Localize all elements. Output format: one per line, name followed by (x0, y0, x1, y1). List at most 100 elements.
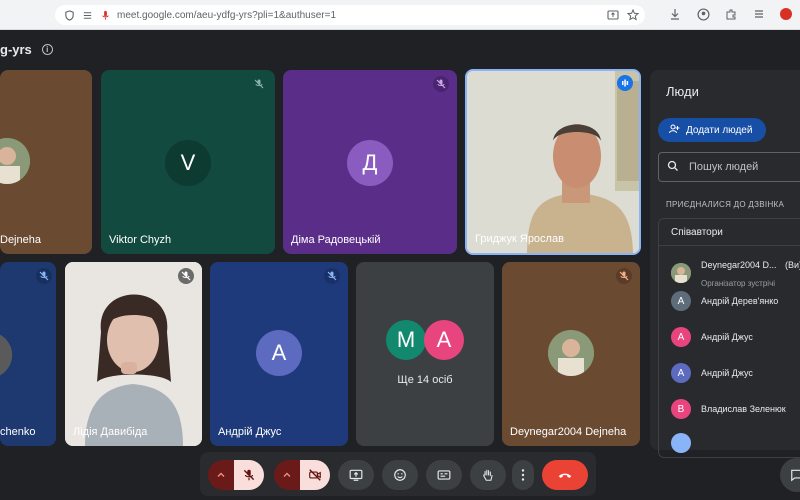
participant-avatar: Д (347, 140, 393, 186)
chat-button[interactable] (780, 458, 800, 492)
participant-avatar: А (256, 330, 302, 376)
avatar-letter: V (180, 150, 196, 175)
participant-name: Dejneha (0, 234, 41, 246)
mic-off-icon (324, 268, 340, 284)
participant-tile[interactable]: Dejneha (0, 70, 92, 254)
participant-list-item[interactable]: В Владислав Зеленюк (671, 399, 786, 419)
avatar-letter: М (396, 327, 416, 352)
site-settings-icon[interactable] (81, 9, 93, 21)
account-icon[interactable] (696, 7, 710, 21)
present-screen-button[interactable] (338, 460, 374, 490)
add-people-label: Додати людей (686, 124, 753, 136)
participant-video-tile[interactable]: Лідія Давибіда (65, 262, 202, 446)
participant-tile[interactable]: chenko (0, 262, 56, 446)
mic-off-icon (616, 268, 632, 284)
extensions-icon[interactable] (724, 7, 738, 21)
meeting-controls-bar (200, 452, 596, 496)
participant-name: Deynegar2004 Dejneha (510, 426, 627, 438)
people-panel: Люди Додати людей Пошук людей ПРИЄДНАЛИС… (650, 70, 800, 458)
participant-tile[interactable]: Д Діма Радовецькій (283, 70, 457, 254)
participant-name: Діма Радовецькій (291, 234, 381, 246)
more-options-button[interactable] (512, 460, 534, 490)
meeting-code: g-yrs (0, 42, 32, 57)
participant-list-item[interactable]: А Андрій Джус (671, 327, 753, 347)
profile-avatar[interactable] (780, 8, 792, 20)
participant-avatar: М (386, 320, 426, 360)
participant-name: Андрій Дерев'янко (701, 296, 779, 306)
contributors-list: Співавтори Deynegar2004 D... (Ви) Органі… (658, 218, 800, 458)
shield-icon[interactable] (63, 9, 75, 21)
search-icon (667, 160, 679, 175)
captions-icon (437, 470, 451, 480)
participant-avatar: А (671, 363, 691, 383)
avatar-letter: А (677, 295, 685, 307)
contributors-heading[interactable]: Співавтори (671, 227, 723, 238)
divider (659, 245, 800, 246)
participant-list-item[interactable]: А Андрій Дерев'янко (671, 291, 778, 311)
raise-hand-button[interactable] (470, 460, 506, 490)
audio-options-button[interactable] (208, 460, 234, 490)
camera-off-icon (309, 469, 321, 481)
avatar-letter: В (677, 403, 685, 415)
participant-name: chenko (0, 426, 36, 438)
participant-name: Deynegar2004 D... (701, 260, 777, 270)
participant-photo (548, 330, 594, 376)
search-placeholder: Пошук людей (689, 161, 759, 173)
url-text[interactable]: meet.google.com/aeu-ydfg-yrs?pli=1&authu… (117, 10, 336, 21)
screen-share-icon[interactable] (607, 9, 619, 21)
you-label: (Ви) (785, 260, 800, 270)
avatar-letter: А (436, 327, 452, 352)
download-icon[interactable] (668, 7, 682, 21)
participant-avatar: V (165, 140, 211, 186)
participant-name: Владислав Зеленюк (701, 404, 786, 414)
participant-name: Андрій Джус (701, 368, 753, 378)
mic-off-icon (178, 268, 194, 284)
participant-photo (671, 433, 691, 453)
camera-toggle-button[interactable] (300, 460, 330, 490)
emoji-icon (394, 469, 406, 481)
star-icon[interactable] (627, 9, 639, 21)
avatar-letter: А (677, 367, 685, 379)
panel-title: Люди (666, 84, 699, 99)
section-heading: ПРИЄДНАЛИСЯ ДО ДЗВІНКА (666, 200, 785, 209)
participant-list-item[interactable] (671, 433, 691, 453)
chevron-up-icon (217, 472, 225, 477)
hand-icon (483, 469, 493, 481)
more-participants-label: Ще 14 осіб (397, 374, 453, 386)
add-people-button[interactable]: Додати людей (658, 118, 766, 142)
end-call-icon (558, 473, 572, 478)
participant-photo (671, 263, 691, 283)
participant-name: Андрій Джус (218, 426, 282, 438)
participant-tile[interactable]: Deynegar2004 Dejneha (502, 262, 640, 446)
participant-list-item[interactable]: Deynegar2004 D... (Ви) Організатор зустр… (671, 255, 800, 291)
participant-tile[interactable]: V Viktor Chyzh (101, 70, 275, 254)
chevron-up-icon (283, 472, 291, 477)
chat-icon (791, 469, 800, 482)
info-icon[interactable]: i (41, 44, 53, 55)
microphone-toggle-button[interactable] (234, 460, 264, 490)
reactions-button[interactable] (382, 460, 418, 490)
captions-button[interactable] (426, 460, 462, 490)
participant-tile[interactable]: А Андрій Джус (210, 262, 348, 446)
host-label: Організатор зустрічі (701, 279, 776, 288)
participant-list-item[interactable]: А Андрій Джус (671, 363, 753, 383)
more-vert-icon (521, 469, 525, 481)
participant-name: Viktor Chyzh (109, 234, 172, 246)
participant-avatar: А (671, 291, 691, 311)
menu-icon[interactable] (752, 7, 766, 21)
participant-photo (0, 332, 12, 378)
mic-off-icon (243, 469, 255, 481)
participant-name: Лідія Давибіда (73, 426, 148, 438)
microphone-icon[interactable] (99, 9, 111, 21)
more-participants-tile[interactable]: М А Ще 14 осіб (356, 262, 494, 446)
add-person-icon (668, 123, 680, 138)
video-options-button[interactable] (274, 460, 300, 490)
address-bar[interactable]: meet.google.com/aeu-ydfg-yrs?pli=1&authu… (55, 5, 645, 25)
people-search-input[interactable]: Пошук людей (658, 152, 800, 182)
participant-video-tile[interactable]: Гриджук Ярослав (465, 69, 641, 255)
participant-avatar: А (671, 327, 691, 347)
leave-call-button[interactable] (542, 460, 588, 490)
meeting-title: g-yrs i (0, 42, 53, 57)
participant-avatar: А (424, 320, 464, 360)
mic-off-icon (433, 76, 449, 92)
